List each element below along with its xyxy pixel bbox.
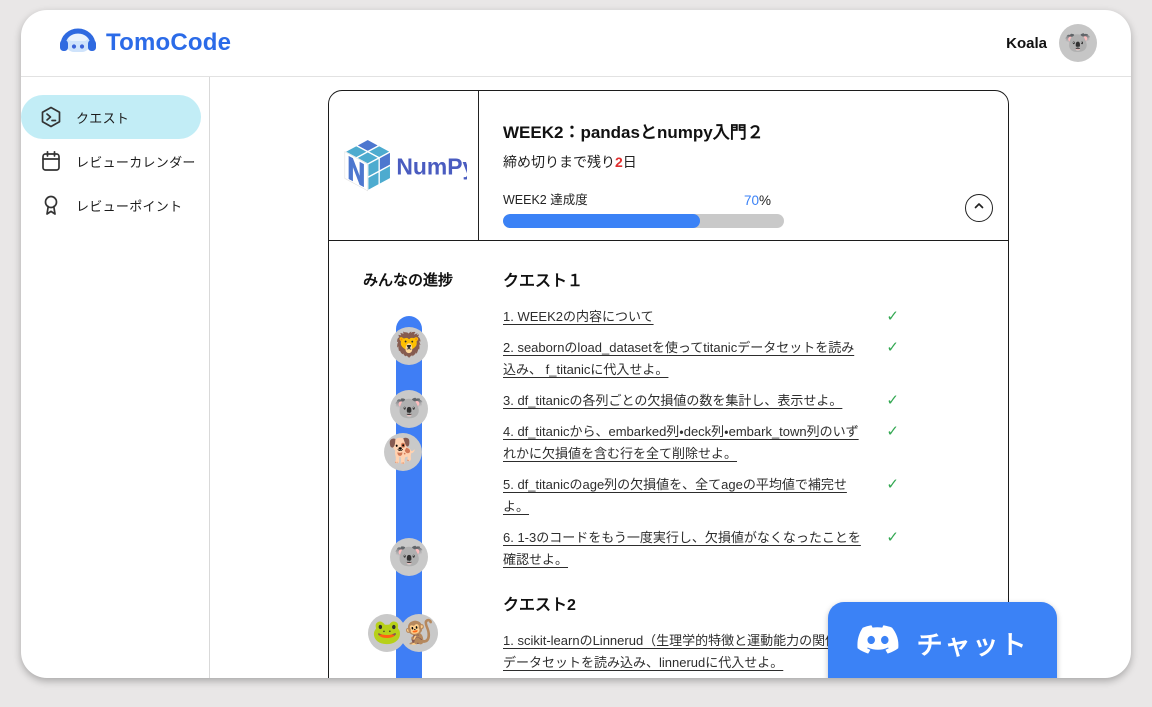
quest-1-item-4: 4. df_titanicから、embarked列・deck列・embark_t… bbox=[503, 421, 907, 465]
check-icon: ✓ bbox=[861, 474, 907, 496]
quest-1-item-2: 2. seabornのload_datasetを使ってtitanicデータセット… bbox=[503, 337, 907, 381]
deadline-days: 2 bbox=[615, 154, 623, 170]
quest-item-link[interactable]: 1. WEEK2の内容について bbox=[503, 306, 861, 328]
sidebar-item-quest[interactable]: クエスト bbox=[21, 95, 201, 139]
lion-avatar: 🦁 bbox=[390, 327, 428, 365]
course-title: WEEK2：pandasとnumpy入門２ bbox=[503, 118, 980, 143]
award-icon bbox=[39, 193, 63, 217]
chat-label: チャット bbox=[917, 625, 1029, 662]
monkey-avatar: 🐒 bbox=[400, 614, 438, 652]
progress-percent: 70% bbox=[744, 193, 771, 208]
quest-item-link[interactable]: 4. df_titanicから、embarked列・deck列・embark_t… bbox=[503, 421, 861, 465]
brand-name: TomoCode bbox=[106, 29, 231, 57]
check-icon: ✓ bbox=[861, 390, 907, 412]
quest-item-link[interactable]: 5. df_titanicのage列の欠損値を、全てageの平均値で補完せよ。 bbox=[503, 474, 861, 518]
app-window: TomoCode Koala 🐨 クエストレビューカレンダーレビューポイント bbox=[21, 10, 1131, 678]
collapse-button[interactable] bbox=[965, 194, 993, 222]
progress-bar-fill bbox=[503, 214, 700, 228]
quest-item-link[interactable]: 3. df_titanicの各列ごとの欠損値の数を集計し、表示せよ。 bbox=[503, 390, 861, 412]
check-icon: ✓ bbox=[861, 306, 907, 328]
check-icon: ✓ bbox=[861, 527, 907, 549]
dog-avatar: 🐕 bbox=[384, 433, 422, 471]
calendar-icon bbox=[39, 149, 63, 173]
chevron-up-icon bbox=[971, 198, 987, 219]
quest-1-item-1: 1. WEEK2の内容について✓ bbox=[503, 306, 907, 328]
svg-text:NumPy: NumPy bbox=[396, 153, 467, 179]
progress-caption: WEEK2 達成度 bbox=[503, 189, 588, 208]
discord-icon bbox=[857, 624, 899, 663]
course-header: NumPy WEEK2：pandasとnumpy入門２ 締め切りまで残り2日 W… bbox=[329, 91, 1008, 241]
terminal-hexagon-icon bbox=[39, 105, 63, 129]
koala-avatar: 🐨 bbox=[390, 390, 428, 428]
progress-block: WEEK2 達成度 70% bbox=[503, 189, 784, 228]
numpy-logo: NumPy bbox=[329, 91, 479, 240]
deadline-text: 締め切りまで残り2日 bbox=[503, 152, 980, 172]
chat-button[interactable]: チャット bbox=[828, 602, 1057, 678]
quest-item-link[interactable]: 6. 1-3のコードをもう一度実行し、欠損値がなくなったことを確認せよ。 bbox=[503, 527, 861, 571]
quest-item-link[interactable]: 2. seabornのload_datasetを使ってtitanicデータセット… bbox=[503, 337, 861, 381]
quest-item-link[interactable]: 1. scikit-learnのLinnerud（生理学的特徴と運動能力の関係）… bbox=[503, 630, 861, 674]
user-avatar[interactable]: 🐨 bbox=[1059, 24, 1097, 62]
white-koala-avatar: 🐨 bbox=[390, 538, 428, 576]
quest-1-item-3: 3. df_titanicの各列ごとの欠損値の数を集計し、表示せよ。✓ bbox=[503, 390, 907, 412]
check-icon: ✓ bbox=[861, 337, 907, 359]
tomocode-mascot-icon bbox=[59, 25, 97, 62]
sidebar-item-review-calendar[interactable]: レビューカレンダー bbox=[21, 139, 209, 183]
sidebar-item-label: クエスト bbox=[76, 108, 129, 127]
quest-1-item-5: 5. df_titanicのage列の欠損値を、全てageの平均値で補完せよ。✓ bbox=[503, 474, 907, 518]
brand-logo[interactable]: TomoCode bbox=[59, 25, 231, 62]
everyone-progress-heading: みんなの進捗 bbox=[363, 269, 453, 290]
top-bar: TomoCode Koala 🐨 bbox=[21, 10, 1131, 77]
check-icon: ✓ bbox=[861, 421, 907, 443]
sidebar-item-label: レビューカレンダー bbox=[76, 152, 196, 171]
user-name: Koala bbox=[1006, 35, 1047, 52]
quest-card: NumPy WEEK2：pandasとnumpy入門２ 締め切りまで残り2日 W… bbox=[328, 90, 1009, 678]
sidebar-item-label: レビューポイント bbox=[76, 196, 182, 215]
quest-1-item-6: 6. 1-3のコードをもう一度実行し、欠損値がなくなったことを確認せよ。✓ bbox=[503, 527, 907, 571]
sidebar-item-review-points[interactable]: レビューポイント bbox=[21, 183, 209, 227]
quest-heading-1: クエスト１ bbox=[503, 267, 907, 291]
sidebar-nav: クエストレビューカレンダーレビューポイント bbox=[21, 77, 210, 678]
progress-bar bbox=[503, 214, 784, 228]
